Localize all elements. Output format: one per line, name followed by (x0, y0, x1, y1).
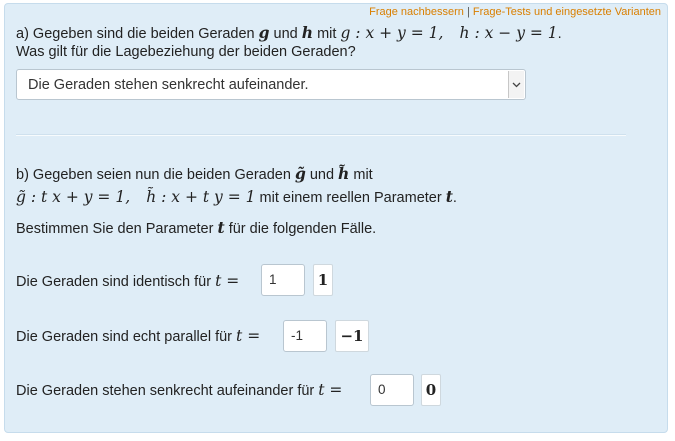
perpendicular-input[interactable]: 0 (370, 374, 414, 406)
part-a-question: Was gilt für die Lagebeziehung der beide… (16, 44, 356, 60)
question-links: Frage nachbessern | Frage-Tests und eing… (369, 6, 661, 18)
case-identical-label: Die Geraden sind identisch für t = (16, 272, 239, 290)
improve-question-link[interactable]: Frage nachbessern (369, 6, 464, 18)
instruction-text: Bestimmen Sie den Parameter (16, 221, 214, 237)
instruction-suffix: für die folgenden Fälle. (228, 221, 377, 237)
var-h: h (301, 23, 314, 42)
var-g-tilde: g̃ (294, 164, 306, 183)
var-g: g (258, 23, 270, 42)
part-b-equations: g̃ : t x + y = 1, h̃ : x + t y = 1 mit e… (16, 187, 457, 206)
equation-g-tilde: g̃ : t x + y = 1, (16, 188, 131, 206)
case-var: t = (236, 327, 261, 345)
identical-input[interactable]: 1 (261, 264, 305, 296)
period: . (557, 26, 562, 42)
param-text: mit einem reellen Parameter (259, 190, 442, 206)
equation-h: h : x − y = 1 (459, 24, 558, 42)
perpendicular-feedback: 0 (421, 374, 441, 406)
case-label: Die Geraden sind identisch für (16, 274, 212, 290)
parallel-feedback: −1 (335, 320, 369, 352)
select-value: Die Geraden stehen senkrecht aufeinander… (28, 77, 309, 93)
part-a-statement: a) Gegeben sind die beiden Geraden g und… (16, 23, 562, 42)
text-mit: mit (353, 167, 373, 183)
text-und: und (309, 167, 335, 183)
case-perpendicular-label: Die Geraden stehen senkrecht aufeinander… (16, 381, 342, 399)
var-t: t (217, 218, 225, 237)
case-var: t = (215, 272, 240, 290)
parallel-input[interactable]: -1 (283, 320, 327, 352)
part-b-instruction: Bestimmen Sie den Parameter t für die fo… (16, 218, 376, 237)
question-tests-link[interactable]: Frage-Tests und eingesetzte Varianten (473, 6, 661, 18)
equation-h-tilde: h̃ : x + t y = 1 (146, 188, 256, 206)
part-a-text: a) Gegeben sind die beiden Geraden (16, 26, 255, 42)
var-h-tilde: h̃ (338, 164, 350, 183)
text-mit: mit (317, 26, 337, 42)
var-t: t (445, 187, 453, 206)
case-label: Die Geraden stehen senkrecht aufeinander… (16, 383, 315, 399)
divider (16, 134, 626, 136)
part-b-text: b) Gegeben seien nun die beiden Geraden (16, 167, 291, 183)
text-und: und (273, 26, 298, 42)
part-b-statement: b) Gegeben seien nun die beiden Geraden … (16, 164, 373, 183)
equation-g: g : x + y = 1, (340, 24, 444, 42)
case-parallel-label: Die Geraden sind echt parallel für t = (16, 327, 260, 345)
chevron-down-icon[interactable] (508, 71, 524, 98)
links-separator: | (466, 6, 470, 18)
case-var: t = (318, 381, 343, 399)
identical-feedback: 1 (313, 264, 333, 296)
case-label: Die Geraden sind echt parallel für (16, 329, 233, 345)
relation-select[interactable]: Die Geraden stehen senkrecht aufeinander… (16, 69, 526, 100)
period: . (452, 190, 457, 206)
